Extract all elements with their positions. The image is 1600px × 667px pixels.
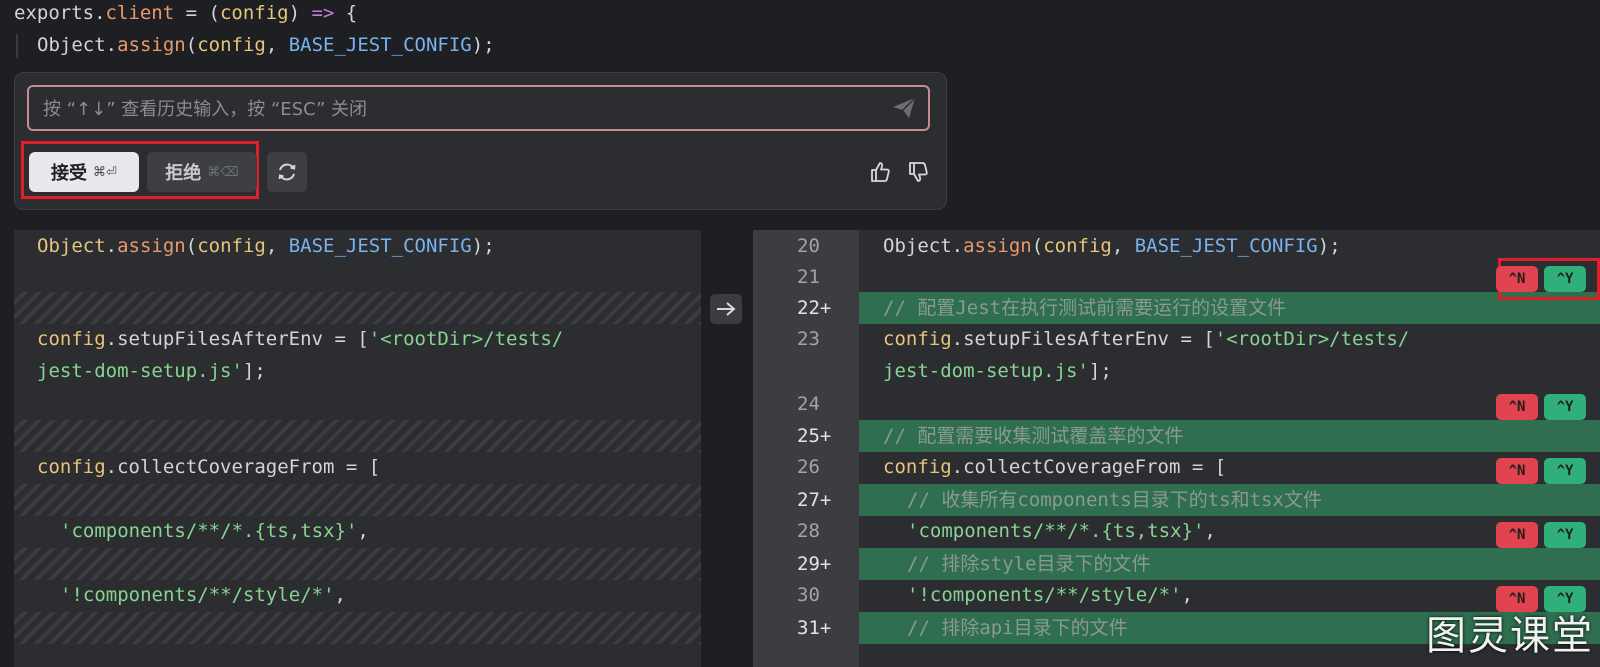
code-line: 'components/**/*.{ts,tsx}', <box>60 520 369 542</box>
ai-inline-chat-panel: 接受 ⌘⏎ 拒绝 ⌘⌫ <box>14 72 947 210</box>
reject-change-button[interactable]: ^N <box>1496 394 1538 420</box>
accept-change-button[interactable]: ^Y <box>1544 266 1586 292</box>
code-line: '!components/**/style/*', <box>60 584 346 606</box>
code-line: config.collectCoverageFrom = [ <box>37 456 381 478</box>
reject-button[interactable]: 拒绝 ⌘⌫ <box>147 152 257 192</box>
change-actions: ^N ^Y <box>1496 458 1586 484</box>
reject-shortcut: ⌘⌫ <box>207 164 239 180</box>
accept-shortcut: ⌘⏎ <box>93 164 117 180</box>
original-pane: Object.assign(config, BASE_JEST_CONFIG);… <box>14 230 701 667</box>
code-line: '!components/**/style/*', <box>907 584 1193 606</box>
reject-label: 拒绝 <box>165 163 202 184</box>
line-number: 29+ <box>797 553 832 575</box>
change-actions: ^N ^Y <box>1496 266 1586 292</box>
watermark: 图灵课堂 <box>1426 613 1594 659</box>
send-icon[interactable] <box>890 95 918 121</box>
code-line: Object.assign(config, BASE_JEST_CONFIG); <box>883 235 1341 257</box>
added-comment: // 配置需要收集测试覆盖率的文件 <box>883 425 1184 447</box>
code-line: Object.assign(config, BASE_JEST_CONFIG); <box>37 235 495 257</box>
line-number: 30 <box>797 584 820 606</box>
swap-arrow-icon <box>717 302 736 316</box>
code-line: Object.assign(config, BASE_JEST_CONFIG); <box>37 34 495 56</box>
accept-label: 接受 <box>51 163 88 184</box>
added-comment: // 排除api目录下的文件 <box>907 617 1128 639</box>
accept-change-button[interactable]: ^Y <box>1544 522 1586 548</box>
line-number: 24 <box>797 393 820 415</box>
line-number: 21 <box>797 266 820 288</box>
accept-button[interactable]: 接受 ⌘⏎ <box>29 152 139 192</box>
change-actions: ^N ^Y <box>1496 522 1586 548</box>
diff-placeholder <box>14 612 701 644</box>
accept-change-button[interactable]: ^Y <box>1544 458 1586 484</box>
reject-change-button[interactable]: ^N <box>1496 266 1538 292</box>
line-number: 25+ <box>797 425 832 447</box>
code-line: config.collectCoverageFrom = [ <box>883 456 1227 478</box>
code-line: config.setupFilesAfterEnv = ['<rootDir>/… <box>883 328 1410 350</box>
code-line: jest-dom-setup.js']; <box>883 360 1112 382</box>
code-line: 'components/**/*.{ts,tsx}', <box>907 520 1216 542</box>
line-number: 31+ <box>797 617 832 639</box>
indent-guide <box>16 34 18 58</box>
added-comment: // 排除style目录下的文件 <box>907 553 1151 575</box>
refresh-icon <box>278 163 296 181</box>
thumb-up-icon[interactable] <box>867 159 893 185</box>
line-number: 23 <box>797 328 820 350</box>
line-number: 27+ <box>797 489 832 511</box>
top-editor: exports.client = (config) => { Object.as… <box>0 0 1600 230</box>
accept-change-button[interactable]: ^Y <box>1544 394 1586 420</box>
added-comment: // 配置Jest在执行测试前需要运行的设置文件 <box>883 297 1287 319</box>
added-comment: // 收集所有components目录下的ts和tsx文件 <box>907 489 1322 511</box>
thumb-down-icon[interactable] <box>905 159 931 185</box>
prompt-input[interactable] <box>41 87 865 131</box>
change-actions: ^N ^Y <box>1496 394 1586 420</box>
reject-change-button[interactable]: ^N <box>1496 522 1538 548</box>
modified-pane: 20 21 22+ 23 24 25+ 26 27+ 28 29+ 30 31+… <box>753 230 1600 667</box>
apply-change-button[interactable] <box>710 294 742 324</box>
diff-placeholder <box>14 484 701 516</box>
prompt-box <box>27 85 930 131</box>
reject-change-button[interactable]: ^N <box>1496 458 1538 484</box>
diff-placeholder <box>14 420 701 452</box>
code-line: config.setupFilesAfterEnv = ['<rootDir>/… <box>37 328 564 350</box>
line-number: 22+ <box>797 297 832 319</box>
regenerate-button[interactable] <box>267 152 307 192</box>
line-number: 20 <box>797 235 820 257</box>
diff-view: Object.assign(config, BASE_JEST_CONFIG);… <box>0 230 1600 667</box>
line-number: 26 <box>797 456 820 478</box>
code-line: jest-dom-setup.js']; <box>37 360 266 382</box>
diff-placeholder <box>14 548 701 580</box>
line-number: 28 <box>797 520 820 542</box>
diff-placeholder <box>14 292 701 324</box>
code-line: exports.client = (config) => { <box>14 2 358 24</box>
